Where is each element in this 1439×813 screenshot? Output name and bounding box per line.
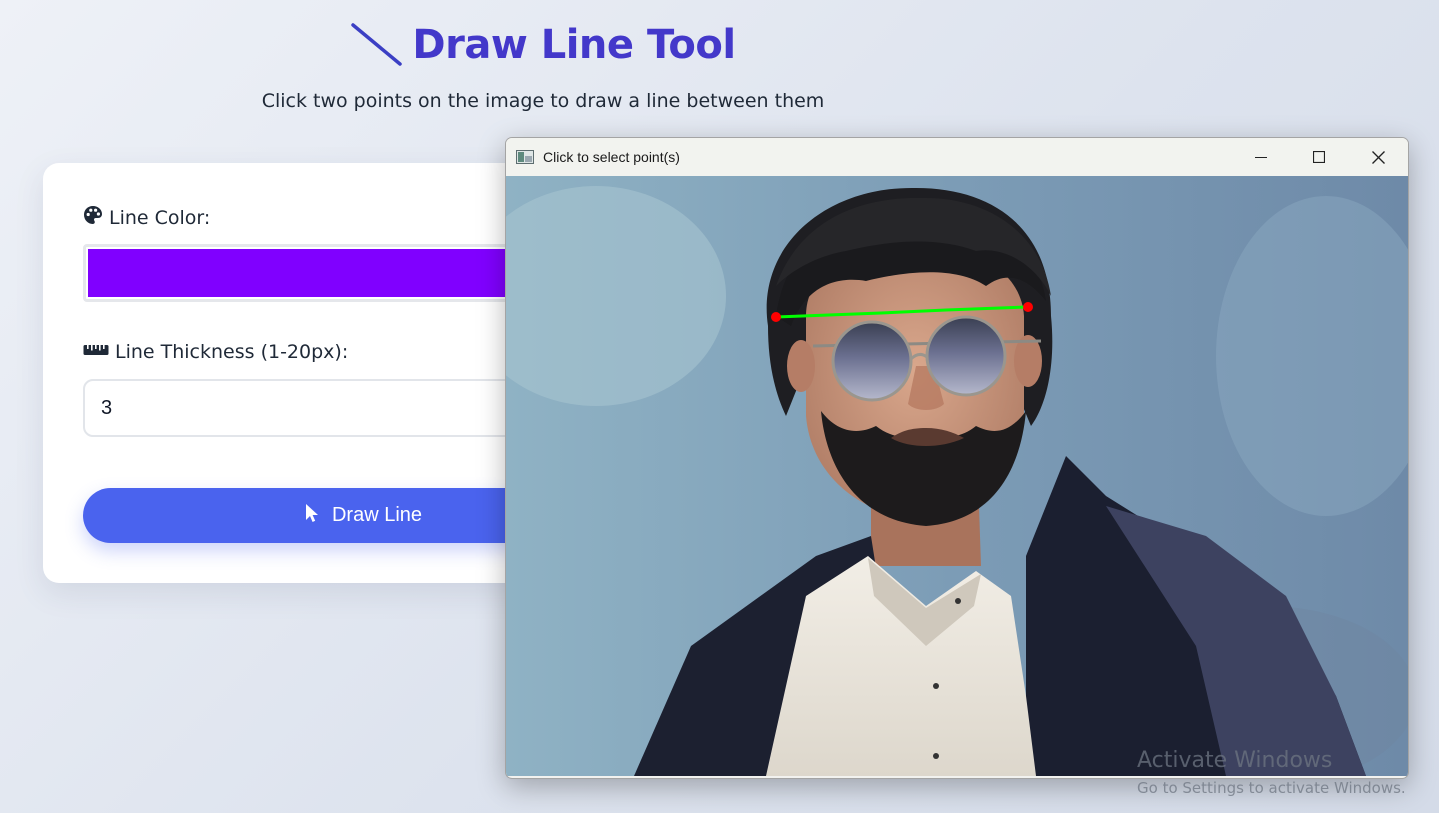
line-thickness-label: Line Thickness (1-20px): xyxy=(83,341,348,363)
maximize-icon xyxy=(1313,151,1325,163)
selected-point-end xyxy=(1023,302,1033,312)
activate-windows-subtitle: Go to Settings to activate Windows. xyxy=(1137,779,1406,797)
line-color-label-text: Line Color: xyxy=(109,206,211,229)
image-window-icon xyxy=(516,149,534,168)
close-icon xyxy=(1371,150,1385,164)
image-window: Click to select point(s) xyxy=(505,137,1409,779)
window-titlebar[interactable]: Click to select point(s) xyxy=(506,138,1408,176)
page-subtitle: Click two points on the image to draw a … xyxy=(261,90,825,112)
cursor-pointer-icon xyxy=(304,503,320,529)
title-row: Draw Line Tool xyxy=(350,22,736,68)
close-button[interactable] xyxy=(1349,138,1407,176)
page-title: Draw Line Tool xyxy=(412,22,736,68)
minimize-button[interactable] xyxy=(1232,138,1290,176)
portrait-image-canvas[interactable] xyxy=(506,176,1408,776)
app-header: Draw Line Tool Click two points on the i… xyxy=(0,22,1086,112)
selected-point-start xyxy=(771,312,781,322)
window-title: Click to select point(s) xyxy=(543,149,680,165)
minimize-icon xyxy=(1255,157,1267,158)
ruler-icon xyxy=(83,341,109,363)
maximize-button[interactable] xyxy=(1290,138,1348,176)
draw-line-button-label: Draw Line xyxy=(331,504,423,526)
diagonal-line-icon xyxy=(350,22,404,68)
palette-icon xyxy=(83,205,103,230)
line-thickness-label-text: Line Thickness (1-20px): xyxy=(115,341,349,363)
line-color-label: Line Color: xyxy=(83,205,210,230)
